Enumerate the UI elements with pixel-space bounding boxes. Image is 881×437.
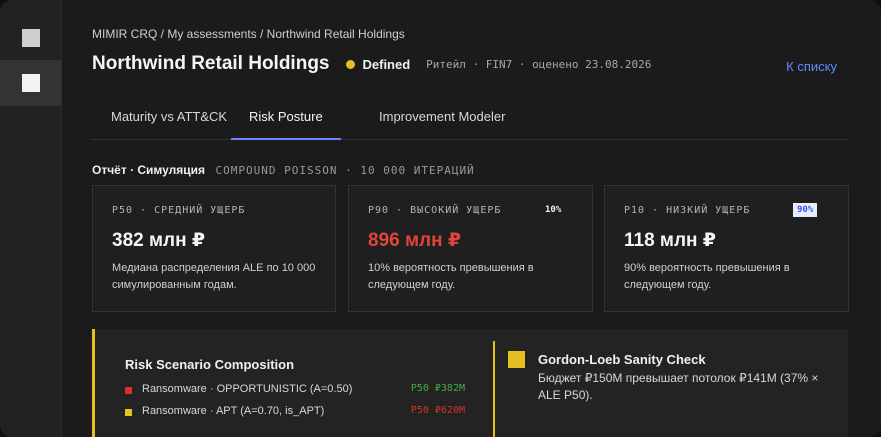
sidebar [0,0,62,437]
square-icon [22,29,40,47]
series-swatch-icon [125,409,132,416]
sidebar-item-1[interactable] [0,15,61,61]
accent-bar [92,329,95,437]
tab-bar: Maturity vs ATT&CK Risk Posture Improvem… [92,99,848,140]
tab-maturity[interactable]: Maturity vs ATT&CK [111,109,227,138]
scenario-value: P50 ₽620M [410,405,465,416]
tab-risk-posture[interactable]: Risk Posture [231,109,341,140]
probability-badge: 10% [545,205,562,215]
sidebar-item-2[interactable] [0,60,61,106]
scenario-value: P50 ₽382M [410,383,465,394]
section-label: Отчёт · Симуляция [92,163,206,177]
simulation-method: COMPOUND POISSON · 10 000 ИТЕРАЦИЙ [215,164,475,177]
scenario-label: Ransomware · OPPORTUNISTIC (A=0.50) [142,383,353,395]
square-icon [22,74,40,92]
warning-square-icon [508,351,525,368]
breadcrumb[interactable]: MIMIR CRQ / My assessments / Northwind R… [92,27,405,41]
gordon-loeb-text: Бюджет ₽150M превышает потолок ₽141M (37… [538,371,819,402]
scenario-label: Ransomware · APT (A=0.70, is_APT) [142,405,325,417]
card-label: P10 · НИЗКИЙ УЩЕРБ [624,205,751,216]
scenario-item[interactable]: Ransomware · APT (A=0.70, is_APT) P50 ₽6… [125,405,465,421]
main-content: MIMIR CRQ / My assessments / Northwind R… [62,0,881,437]
section-header: Отчёт · Симуляция COMPOUND POISSON · 10 … [92,161,475,179]
scenario-item[interactable]: Ransomware · OPPORTUNISTIC (A=0.50) P50 … [125,383,465,399]
assessment-meta: Ритейл · FIN7 · оценено 23.08.2026 [426,57,652,71]
metric-card-p90: P90 · ВЫСОКИЙ УЩЕРБ 10% 896 млн ₽ 10% ве… [348,185,593,312]
status-badge: Defined [362,56,411,72]
card-value: 896 млн ₽ [368,230,462,251]
accent-divider [493,341,495,437]
card-description: Медиана распределения ALE по 10 000 симу… [112,262,316,291]
analysis-panel: Risk Scenario Composition Ransomware · O… [92,329,848,437]
card-value: 382 млн ₽ [112,230,206,251]
tab-improvement-modeler[interactable]: Improvement Modeler [379,109,505,138]
metric-card-p50: P50 · СРЕДНИЙ УЩЕРБ 382 млн ₽ Медиана ра… [92,185,336,312]
composition-title: Risk Scenario Composition [125,357,295,372]
page-title: Northwind Retail Holdings [92,53,330,74]
title-row: Northwind Retail Holdings Defined Ритейл… [92,53,651,75]
back-to-list-link[interactable]: К списку [786,59,837,74]
probability-badge: 90% [793,203,818,217]
series-swatch-icon [125,387,132,394]
metric-card-p10: P10 · НИЗКИЙ УЩЕРБ 90% 118 млн ₽ 90% вер… [604,185,849,312]
card-description: 90% вероятность превышения в следующем г… [624,262,790,291]
status-dot-icon [345,59,355,69]
card-value: 118 млн ₽ [624,230,717,251]
gordon-loeb-title: Gordon-Loeb Sanity Check [538,352,706,367]
card-label: P90 · ВЫСОКИЙ УЩЕРБ [368,205,502,216]
app-window: MIMIR CRQ / My assessments / Northwind R… [0,0,881,437]
card-label: P50 · СРЕДНИЙ УЩЕРБ [112,205,246,216]
card-description: 10% вероятность превышения в следующем г… [368,262,534,291]
